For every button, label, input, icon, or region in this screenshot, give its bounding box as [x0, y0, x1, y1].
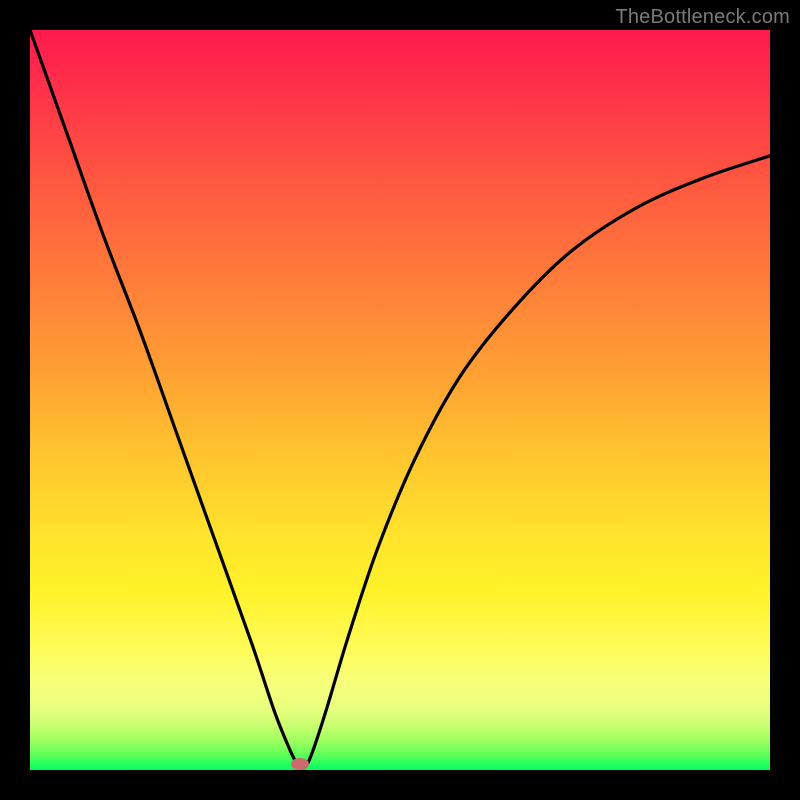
- bottleneck-curve: [30, 30, 770, 768]
- chart-frame: TheBottleneck.com: [0, 0, 800, 800]
- watermark-text: TheBottleneck.com: [615, 6, 790, 29]
- curve-svg: [30, 30, 770, 770]
- minimum-marker: [291, 758, 309, 770]
- plot-area: [30, 30, 770, 770]
